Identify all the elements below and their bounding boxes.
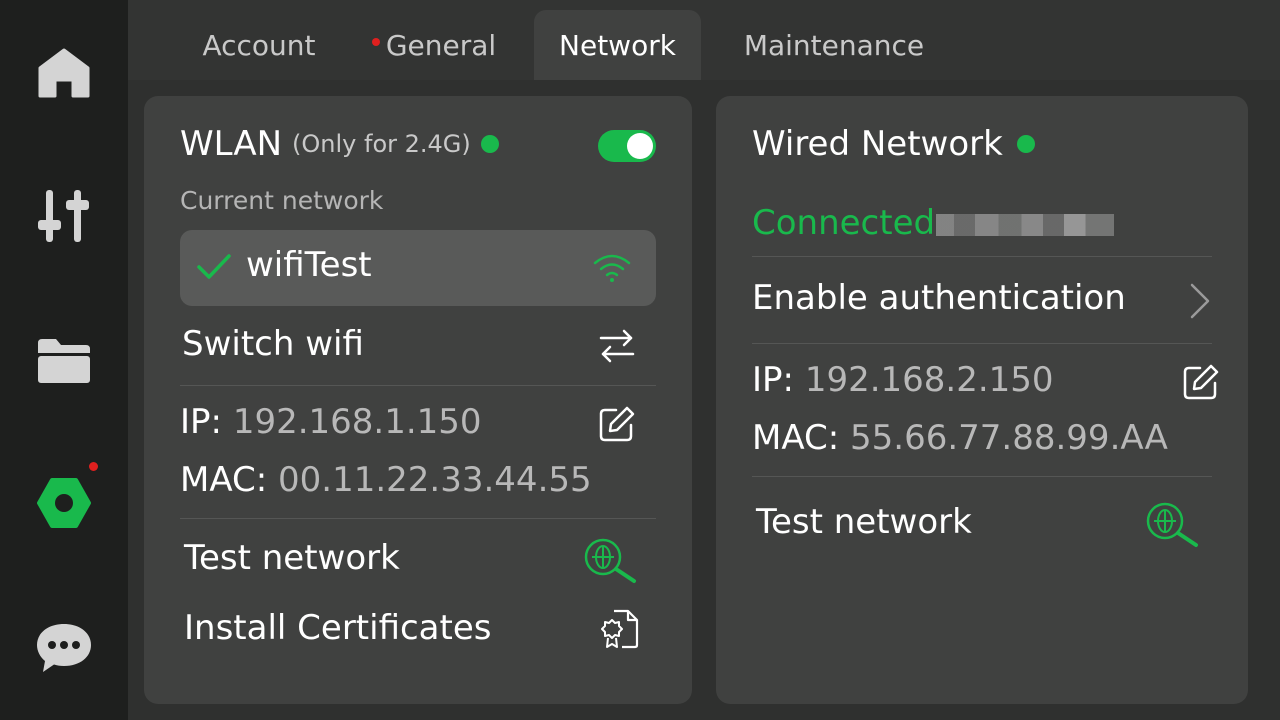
sidebar-item-controls[interactable]: [24, 176, 104, 256]
wired-status-dot: [1016, 135, 1035, 153]
sidebar-item-settings[interactable]: [24, 463, 104, 543]
chat-bubble-icon: [37, 624, 91, 672]
tab-label: Network: [559, 28, 676, 62]
wired-title: Wired Network: [752, 124, 1003, 164]
tab-account[interactable]: Account: [176, 10, 342, 80]
mac-label: MAC:: [180, 460, 268, 500]
globe-search-icon[interactable]: [582, 536, 638, 584]
divider: [752, 476, 1212, 477]
mac-value: 55.66.77.88.99.AA: [850, 418, 1168, 458]
install-certificates-label: Install Certificates: [184, 608, 492, 648]
sidebar-item-home[interactable]: [24, 33, 104, 113]
tab-label: Maintenance: [743, 28, 925, 62]
tab-bar: Account General Network Maintenance: [128, 0, 1280, 80]
wired-ip-row: IP: 192.168.2.150: [752, 360, 1054, 400]
certificate-file-icon[interactable]: [600, 608, 640, 650]
wlan-title: WLAN: [180, 124, 283, 164]
current-network-name: wifiTest: [246, 245, 372, 285]
ip-value: 192.168.2.150: [804, 360, 1054, 400]
tab-maintenance[interactable]: Maintenance: [728, 10, 940, 80]
wired-mac-row: MAC: 55.66.77.88.99.AA: [752, 418, 1168, 458]
edit-icon[interactable]: [598, 405, 636, 443]
redacted-address: [936, 214, 1114, 236]
checkmark-icon: [197, 254, 231, 279]
network-content: WLAN (Only for 2.4G) Current network wif…: [128, 80, 1280, 720]
sidebar-item-messages[interactable]: [24, 608, 104, 688]
wired-card: Wired Network Connected Enable authentic…: [716, 96, 1248, 704]
chevron-right-icon[interactable]: [1188, 282, 1212, 320]
ip-value: 192.168.1.150: [232, 402, 482, 442]
toggle-knob: [627, 133, 653, 159]
switch-arrows-icon[interactable]: [598, 328, 636, 364]
globe-search-icon[interactable]: [1144, 500, 1200, 548]
tab-general[interactable]: General: [354, 10, 514, 80]
divider: [752, 256, 1212, 257]
wlan-header: WLAN (Only for 2.4G): [180, 124, 499, 164]
enable-authentication-row[interactable]: Enable authentication: [752, 278, 1126, 318]
wlan-test-network-row[interactable]: Test network: [184, 538, 400, 578]
settings-badge: [89, 462, 98, 471]
screen: Account General Network Maintenance WLAN…: [0, 0, 1280, 720]
wifi-signal-icon: [593, 254, 631, 282]
current-network-item[interactable]: wifiTest: [180, 230, 656, 306]
folder-icon: [38, 339, 90, 383]
sliders-icon: [38, 190, 89, 242]
wlan-card: WLAN (Only for 2.4G) Current network wif…: [144, 96, 692, 704]
sidebar: [0, 0, 128, 720]
divider: [752, 343, 1212, 344]
sidebar-item-files[interactable]: [24, 321, 104, 401]
settings-hex-icon: [37, 478, 91, 528]
ip-label: IP:: [180, 402, 222, 442]
wlan-mac-row: MAC: 00.11.22.33.44.55: [180, 460, 592, 500]
switch-wifi-label: Switch wifi: [182, 324, 364, 364]
divider: [180, 518, 656, 519]
tab-network[interactable]: Network: [534, 10, 701, 80]
wired-status: Connected: [752, 203, 936, 243]
wlan-toggle[interactable]: [598, 130, 656, 162]
current-network-label: Current network: [180, 186, 384, 215]
wlan-note: (Only for 2.4G): [292, 130, 471, 158]
general-badge: [371, 38, 380, 46]
test-network-label: Test network: [184, 538, 400, 578]
wired-test-network-row[interactable]: Test network: [756, 502, 972, 542]
ip-label: IP:: [752, 360, 794, 400]
tab-label: General: [385, 28, 497, 62]
test-network-label: Test network: [756, 502, 972, 542]
mac-label: MAC:: [752, 418, 840, 458]
tab-label: Account: [202, 28, 316, 62]
wlan-status-dot: [480, 135, 499, 153]
enable-authentication-label: Enable authentication: [752, 278, 1126, 318]
install-certificates-row[interactable]: Install Certificates: [184, 608, 491, 648]
home-icon: [38, 48, 90, 98]
divider: [180, 385, 656, 386]
edit-icon[interactable]: [1182, 363, 1220, 401]
wired-header: Wired Network: [752, 124, 1035, 164]
mac-value: 00.11.22.33.44.55: [278, 460, 592, 500]
wlan-ip-row: IP: 192.168.1.150: [180, 402, 482, 442]
switch-wifi-row[interactable]: Switch wifi: [182, 324, 364, 364]
